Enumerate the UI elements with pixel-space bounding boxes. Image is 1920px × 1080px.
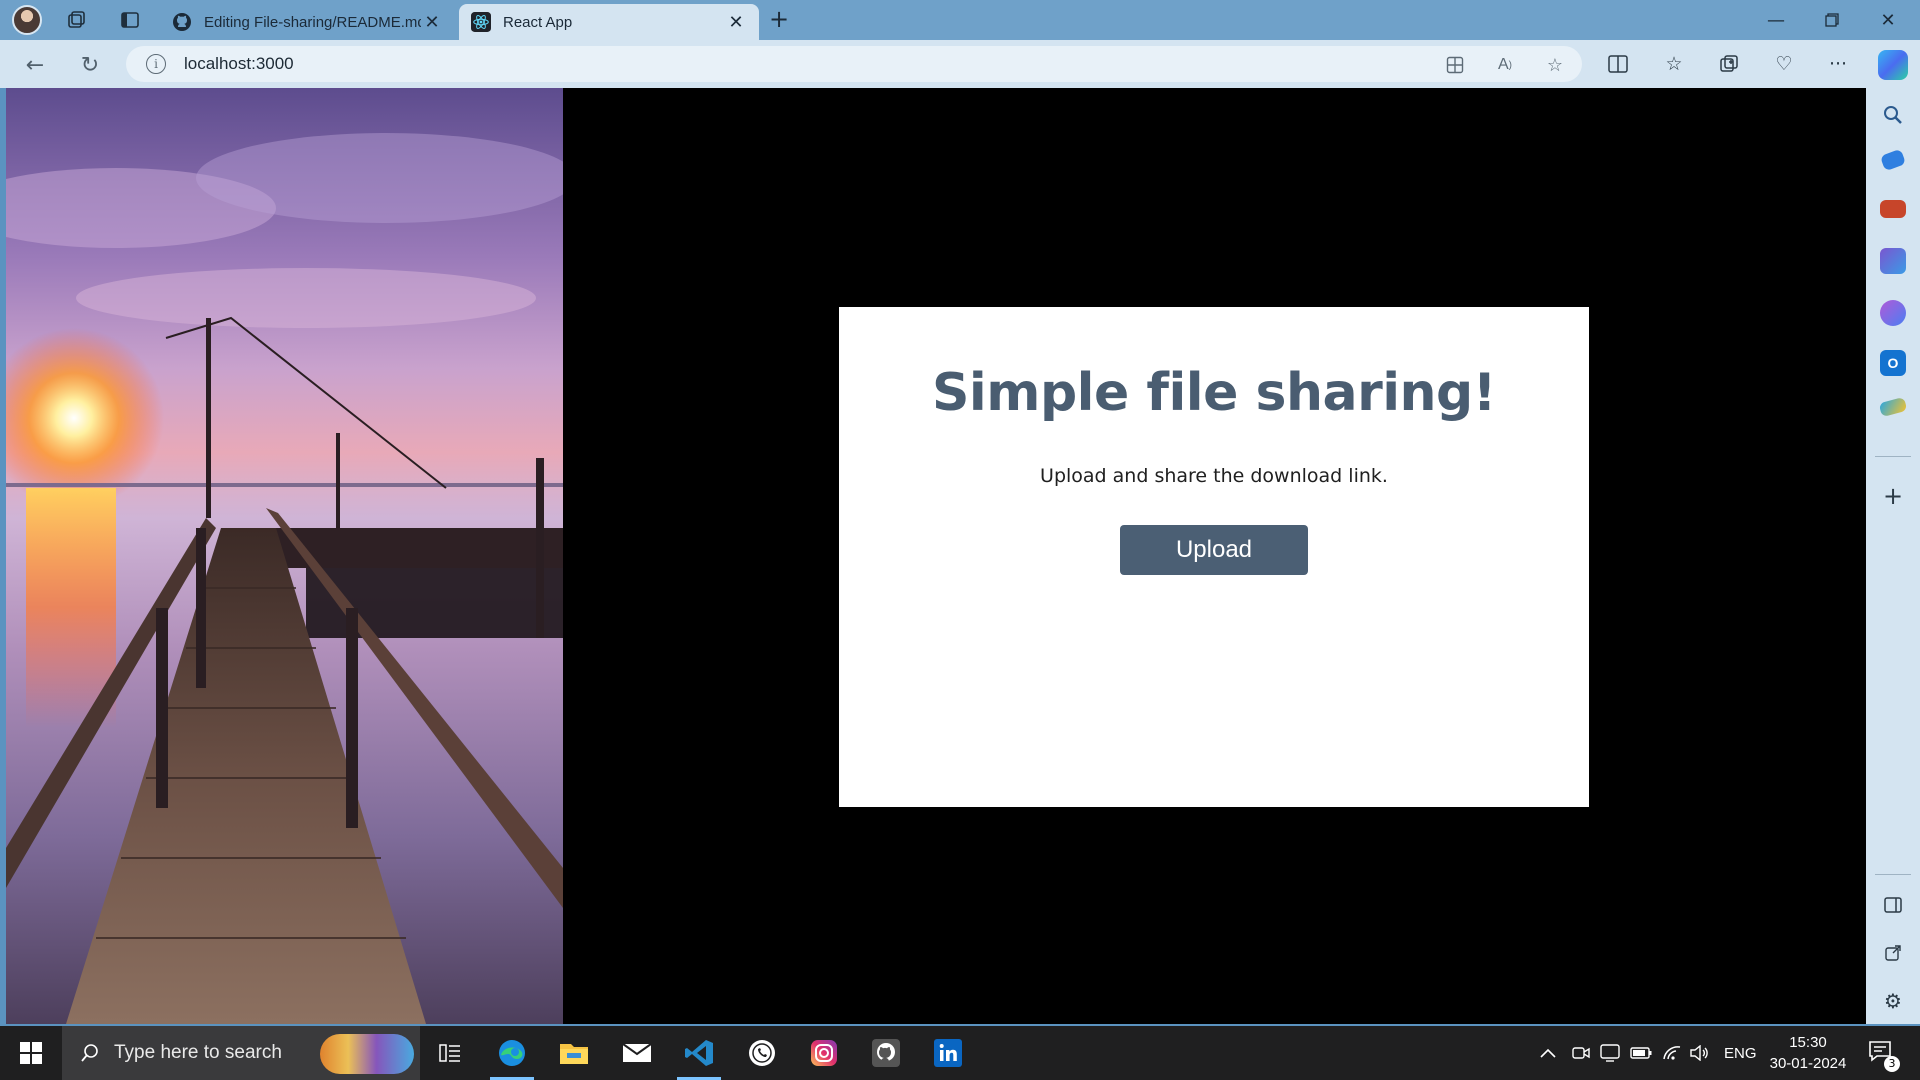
favorites-icon[interactable]: ☆	[1660, 50, 1688, 78]
read-aloud-icon[interactable]: A)	[1494, 54, 1516, 76]
taskbar-search[interactable]: Type here to search	[62, 1026, 420, 1080]
vscode-icon[interactable]	[677, 1033, 721, 1080]
search-placeholder: Type here to search	[114, 1042, 282, 1063]
tab-title: Editing File-sharing/README.md	[204, 13, 421, 31]
address-url[interactable]: localhost:3000	[184, 54, 294, 74]
edge-icon[interactable]	[490, 1033, 534, 1080]
github-icon	[172, 12, 192, 32]
games-icon[interactable]	[1880, 248, 1906, 274]
copilot-icon[interactable]	[1878, 50, 1908, 80]
shopping-tag-icon[interactable]	[1879, 148, 1907, 172]
tab-title: React App	[503, 13, 573, 31]
notification-count: 3	[1884, 1056, 1900, 1072]
favorite-star-icon[interactable]: ☆	[1544, 54, 1566, 76]
linkedin-icon[interactable]	[926, 1033, 970, 1073]
notification-center-icon[interactable]: 3	[1868, 1040, 1900, 1072]
tab-close-icon[interactable]: ✕	[421, 12, 443, 33]
add-icon[interactable]: +	[1880, 482, 1906, 510]
site-info-icon[interactable]: i	[146, 54, 166, 74]
restore-icon[interactable]	[1804, 0, 1860, 40]
refresh-icon[interactable]: ↻	[75, 50, 105, 80]
apps-icon[interactable]	[1444, 54, 1466, 76]
mail-icon[interactable]	[615, 1033, 659, 1073]
show-hidden-icons[interactable]	[1540, 1026, 1556, 1080]
drop-icon[interactable]	[1878, 396, 1908, 418]
file-explorer-icon[interactable]	[552, 1033, 596, 1073]
github-icon[interactable]	[864, 1033, 908, 1073]
external-link-icon[interactable]	[1880, 940, 1906, 966]
page-title: Simple file sharing!	[931, 363, 1497, 423]
profile-avatar[interactable]	[12, 5, 42, 35]
search-icon[interactable]	[1880, 102, 1906, 128]
tab-close-icon[interactable]: ✕	[725, 12, 747, 33]
close-window-icon[interactable]: ✕	[1860, 0, 1916, 40]
wifi-icon[interactable]	[1662, 1026, 1682, 1080]
page-viewport: Simple file sharing! Upload and share th…	[6, 88, 1866, 1024]
search-highlight-image	[320, 1034, 414, 1074]
tools-icon[interactable]	[1880, 200, 1906, 218]
more-options-icon[interactable]: ···	[1824, 50, 1852, 78]
clock-date: 30-01-2024	[1769, 1055, 1847, 1072]
back-icon[interactable]: ←	[20, 50, 50, 80]
upload-card: Simple file sharing! Upload and share th…	[839, 307, 1589, 807]
split-screen-icon[interactable]	[1604, 50, 1632, 78]
upload-button[interactable]: Upload	[1120, 525, 1308, 575]
whatsapp-icon[interactable]	[740, 1033, 784, 1073]
meet-now-icon[interactable]	[1572, 1026, 1590, 1080]
display-icon[interactable]	[1600, 1026, 1620, 1080]
tab-strip: Editing File-sharing/README.md ✕ React A…	[0, 0, 1920, 40]
workspaces-icon[interactable]	[64, 8, 88, 32]
minimize-icon[interactable]: —	[1748, 0, 1804, 40]
settings-gear-icon[interactable]: ⚙	[1880, 988, 1906, 1014]
collections-icon[interactable]	[1715, 50, 1743, 78]
system-clock[interactable]: 15:30 30-01-2024	[1764, 1032, 1852, 1074]
hide-sidebar-icon[interactable]	[1880, 892, 1906, 918]
windows-start-icon[interactable]	[20, 1042, 42, 1064]
new-tab-icon[interactable]: +	[765, 6, 793, 34]
page-subtitle: Upload and share the download link.	[1040, 465, 1388, 487]
browser-essentials-icon[interactable]: ♡	[1770, 50, 1798, 78]
sidebar-divider	[1875, 456, 1911, 457]
vertical-tabs-icon[interactable]	[118, 8, 142, 32]
language-indicator[interactable]: ENG	[1724, 1026, 1757, 1080]
microsoft-365-icon[interactable]	[1880, 300, 1906, 326]
sidebar-divider	[1875, 874, 1911, 875]
task-view-icon[interactable]	[428, 1033, 472, 1073]
tab-github-readme[interactable]: Editing File-sharing/README.md ✕	[160, 4, 455, 40]
search-icon	[78, 1041, 102, 1065]
tab-react-app[interactable]: React App ✕	[459, 4, 759, 40]
outlook-icon[interactable]: O	[1880, 350, 1906, 376]
clock-time: 15:30	[1789, 1034, 1827, 1051]
address-bar[interactable]: i localhost:3000 A) ☆	[126, 46, 1582, 82]
browser-toolbar: ← ↻ i localhost:3000 A) ☆ ☆ ♡ ···	[0, 40, 1920, 88]
react-icon	[471, 12, 491, 32]
windows-taskbar: Type here to search ENG 15:30 30-01-2024…	[0, 1026, 1920, 1080]
instagram-icon[interactable]	[802, 1033, 846, 1073]
battery-icon[interactable]	[1630, 1026, 1652, 1080]
edge-sidebar: O + ⚙	[1866, 88, 1920, 1024]
volume-icon[interactable]	[1690, 1026, 1710, 1080]
sunset-pier-image	[6, 88, 563, 1024]
